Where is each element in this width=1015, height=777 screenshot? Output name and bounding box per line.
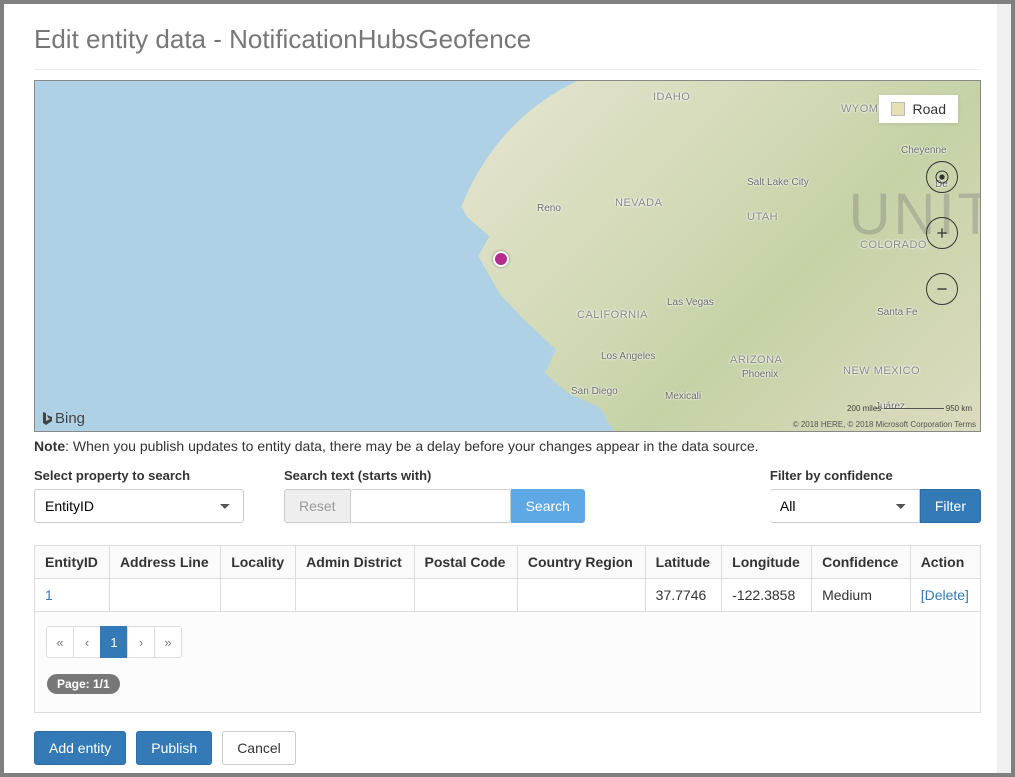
page-prev[interactable]: ‹ xyxy=(73,626,101,658)
cancel-button[interactable]: Cancel xyxy=(222,731,296,765)
col-address-line: Address Line xyxy=(109,546,220,579)
divider xyxy=(34,69,981,70)
entity-table: EntityID Address Line Locality Admin Dis… xyxy=(34,545,981,612)
search-button[interactable]: Search xyxy=(511,489,585,523)
map-region-overlay: UNIT xyxy=(849,181,981,248)
delete-link[interactable]: [Delete] xyxy=(921,587,969,603)
map-state-label: IDAHO xyxy=(653,91,690,103)
publish-button[interactable]: Publish xyxy=(136,731,212,765)
add-entity-button[interactable]: Add entity xyxy=(34,731,126,765)
page-badge: Page: 1/1 xyxy=(47,674,120,694)
zoom-out-button[interactable] xyxy=(926,273,958,305)
map[interactable]: IDAHO WYOMING NEVADA UTAH COLORADO CALIF… xyxy=(34,80,981,432)
map-attribution: © 2018 HERE, © 2018 Microsoft Corporatio… xyxy=(793,420,976,429)
map-city-label: Phoenix xyxy=(742,369,778,380)
col-longitude: Longitude xyxy=(722,546,812,579)
col-confidence: Confidence xyxy=(812,546,911,579)
table-row: 1 37.7746 -122.3858 Medium [Delete] xyxy=(35,579,981,612)
col-entityid: EntityID xyxy=(35,546,110,579)
page-first[interactable]: « xyxy=(46,626,74,658)
map-city-label: San Diego xyxy=(571,386,618,397)
col-postal-code: Postal Code xyxy=(414,546,517,579)
page-next[interactable]: › xyxy=(127,626,155,658)
locate-button[interactable] xyxy=(926,161,958,193)
page-title: Edit entity data - NotificationHubsGeofe… xyxy=(34,24,981,55)
map-type-label: Road xyxy=(913,101,946,117)
bing-icon xyxy=(41,411,53,427)
cell-postal-code xyxy=(414,579,517,612)
map-city-label: Las Vegas xyxy=(667,297,714,308)
col-action: Action xyxy=(910,546,980,579)
search-input[interactable] xyxy=(351,489,511,523)
page-last[interactable]: » xyxy=(154,626,182,658)
map-state-label: NEW MEXICO xyxy=(843,365,920,377)
col-latitude: Latitude xyxy=(645,546,722,579)
map-city-label: Los Angeles xyxy=(601,351,656,362)
map-city-label: Santa Fe xyxy=(877,307,918,318)
map-city-label: Reno xyxy=(537,203,561,214)
scrollbar[interactable] xyxy=(997,4,1011,773)
zoom-in-button[interactable] xyxy=(926,217,958,249)
map-type-icon xyxy=(891,102,905,116)
filter-label: Filter by confidence xyxy=(770,468,981,483)
pagination: « ‹ 1 › » xyxy=(47,626,182,658)
col-admin-district: Admin District xyxy=(296,546,414,579)
table-footer: « ‹ 1 › » Page: 1/1 xyxy=(34,612,981,713)
cell-country-region xyxy=(517,579,645,612)
map-city-label: Salt Lake City xyxy=(747,177,809,188)
select-property-dropdown[interactable]: EntityID xyxy=(34,489,244,523)
filter-dropdown[interactable]: All xyxy=(770,489,920,523)
page-current[interactable]: 1 xyxy=(100,626,128,658)
map-land xyxy=(445,80,981,432)
map-scale: 200 miles 950 km xyxy=(847,404,972,413)
cell-latitude: 37.7746 xyxy=(645,579,722,612)
map-state-label: UTAH xyxy=(747,211,778,223)
map-state-label: ARIZONA xyxy=(730,354,782,366)
map-type-selector[interactable]: Road xyxy=(879,95,958,123)
filter-button[interactable]: Filter xyxy=(920,489,981,523)
map-state-label: CALIFORNIA xyxy=(577,309,648,321)
cell-locality xyxy=(221,579,296,612)
map-pin[interactable] xyxy=(493,251,509,267)
cell-longitude: -122.3858 xyxy=(722,579,812,612)
map-city-label: Mexicali xyxy=(665,391,701,402)
select-property-label: Select property to search xyxy=(34,468,244,483)
map-city-label: Cheyenne xyxy=(901,145,947,156)
col-locality: Locality xyxy=(221,546,296,579)
cell-confidence: Medium xyxy=(812,579,911,612)
cell-admin-district xyxy=(296,579,414,612)
col-country-region: Country Region xyxy=(517,546,645,579)
cell-address-line xyxy=(109,579,220,612)
search-text-label: Search text (starts with) xyxy=(284,468,585,483)
map-state-label: NEVADA xyxy=(615,197,662,209)
note-text: Note: When you publish updates to entity… xyxy=(34,438,981,454)
reset-button[interactable]: Reset xyxy=(284,489,351,523)
locate-icon xyxy=(934,169,950,185)
plus-icon xyxy=(934,225,950,241)
entity-link[interactable]: 1 xyxy=(45,587,53,603)
bing-logo: Bing xyxy=(41,410,85,427)
minus-icon xyxy=(934,281,950,297)
